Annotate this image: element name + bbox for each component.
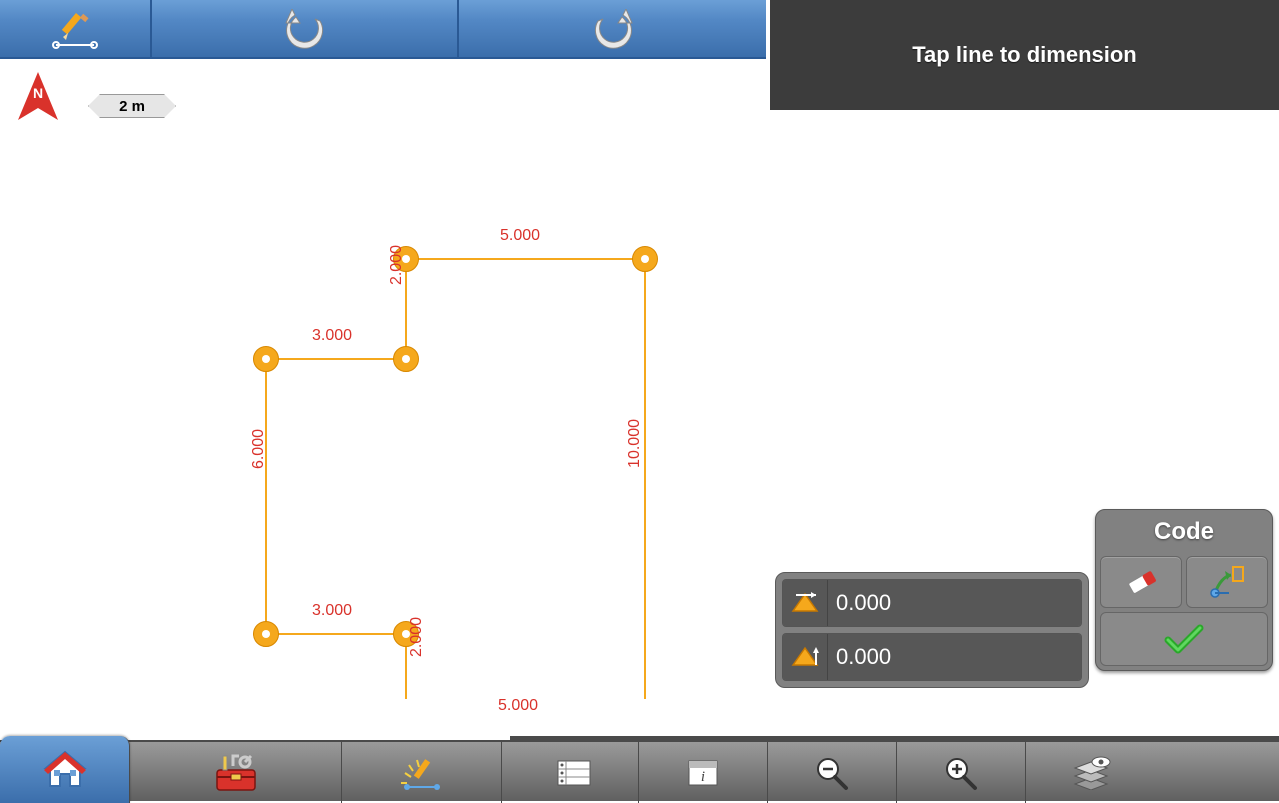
dim-upper-vert[interactable]: 2.000 [388,245,406,285]
layers-tab[interactable] [1026,742,1155,803]
code-panel: Code [1095,509,1273,671]
confirm-button[interactable] [1100,612,1268,666]
svg-text:i: i [701,769,705,785]
top-toolbar [0,0,770,59]
horizontal-value-row[interactable]: 0.000 [782,579,1082,627]
edit-line-button[interactable] [0,0,152,59]
vertical-value-row[interactable]: 0.000 [782,633,1082,681]
draw-tab[interactable] [342,742,502,803]
dim-top[interactable]: 5.000 [500,227,540,245]
info-panel-icon: i [683,757,723,789]
dim-mid-lower[interactable]: 3.000 [312,602,352,620]
info-tab[interactable]: i [639,742,768,803]
eraser-button[interactable] [1100,556,1182,608]
horizontal-delta-icon [783,580,827,626]
checkmark-icon [1162,622,1206,656]
undo-button[interactable] [152,0,459,59]
code-title: Code [1096,510,1272,556]
bottom-toolbar: i [0,740,1279,801]
snap-icon [1207,565,1247,599]
values-panel: 0.000 0.000 [775,572,1089,688]
list-tab[interactable] [510,742,639,803]
undo-icon [280,9,330,49]
dim-mid-upper[interactable]: 3.000 [312,327,352,345]
layers-eye-icon [1069,756,1113,790]
vertical-delta-icon [783,634,827,680]
snap-button[interactable] [1186,556,1268,608]
vertical-value: 0.000 [827,634,1081,680]
dim-left-vert[interactable]: 6.000 [250,429,268,469]
list-icon [554,757,594,789]
toolbox-icon [209,752,263,794]
home-icon [42,750,88,790]
dim-lower-vert[interactable]: 2.000 [408,617,426,657]
dim-right-vert[interactable]: 10.000 [626,419,644,468]
draw-spark-icon [397,753,447,793]
redo-button[interactable] [459,0,766,59]
home-tab[interactable] [0,736,130,803]
eraser-icon [1121,567,1161,597]
zoom-in-icon [941,755,981,791]
zoom-out-tab[interactable] [768,742,897,803]
zoom-in-tab[interactable] [897,742,1026,803]
tools-tab[interactable] [130,742,342,803]
redo-icon [588,9,638,49]
pencil-line-icon [50,9,100,49]
dim-bottom[interactable]: 5.000 [498,697,538,715]
horizontal-value: 0.000 [827,580,1081,626]
zoom-out-icon [812,755,852,791]
